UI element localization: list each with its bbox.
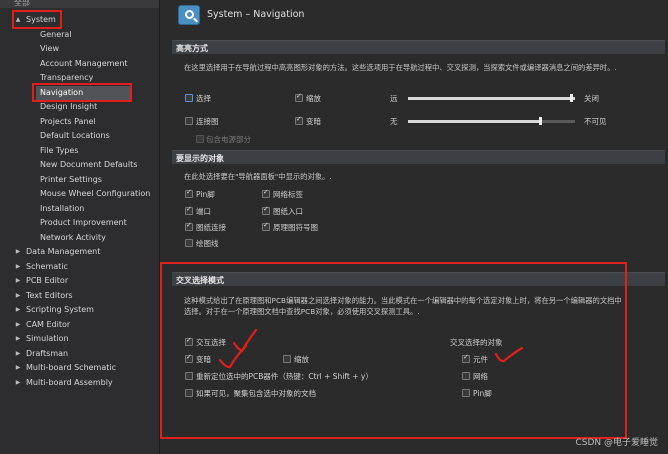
annotation-check-3 [494,346,524,363]
annotation-check-2 [218,344,248,369]
watermark: CSDN @电子爱睡觉 [575,438,658,448]
annotation-checkmarks [218,328,524,369]
